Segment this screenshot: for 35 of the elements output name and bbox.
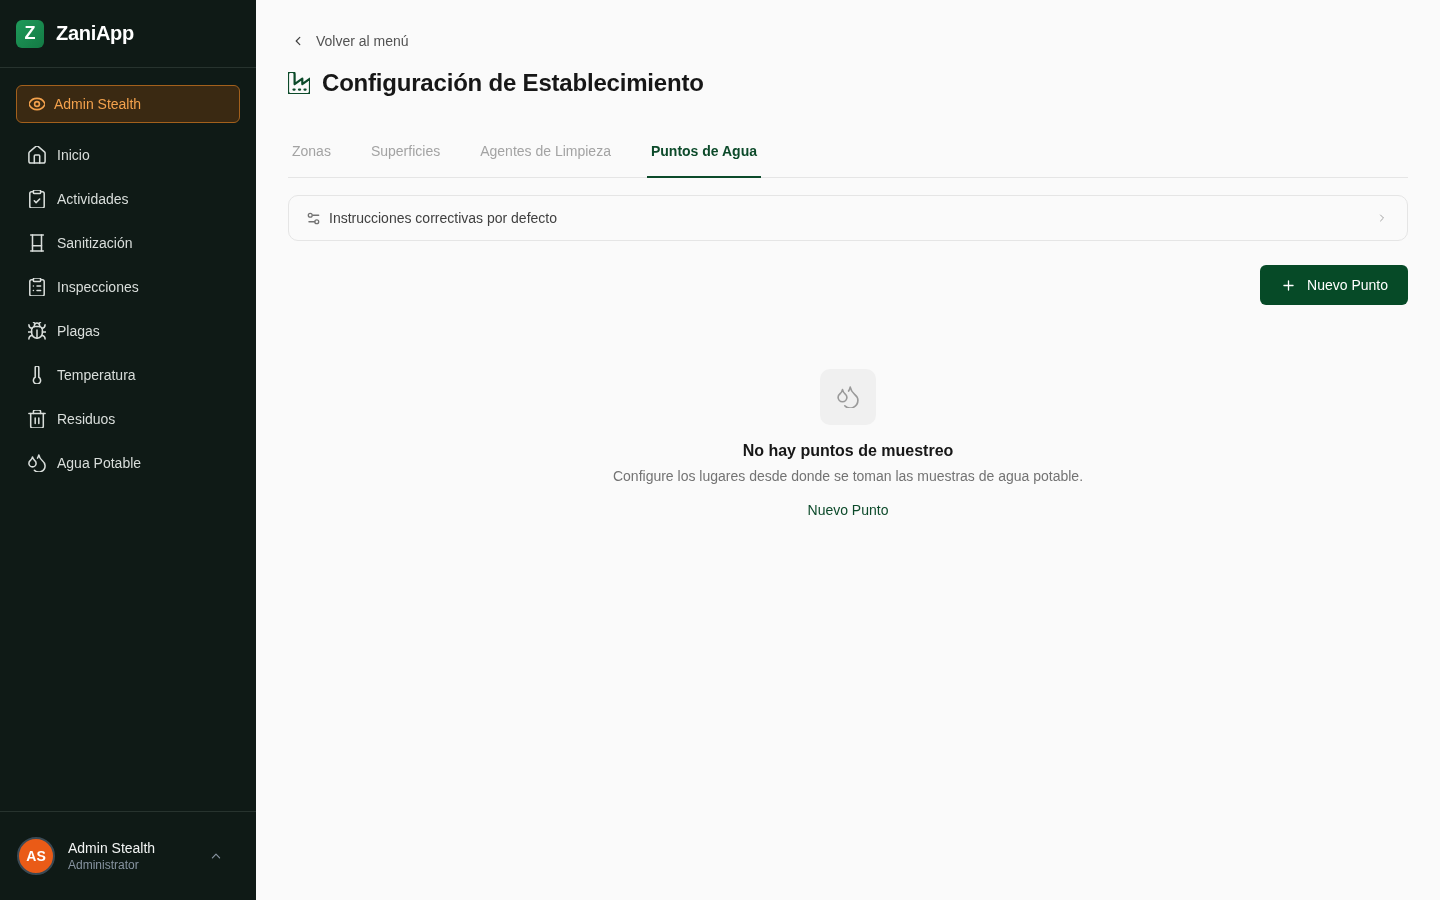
- empty-state-title: No hay puntos de muestreo: [742, 442, 954, 460]
- sidebar-item[interactable]: Sanitización: [16, 221, 240, 265]
- stealth-mode-badge[interactable]: Admin Stealth: [16, 85, 240, 123]
- factory-icon: [288, 72, 310, 94]
- user-role: Administrator: [68, 858, 140, 872]
- plus-icon: [1282, 278, 1296, 292]
- pillar-icon: [28, 234, 46, 252]
- trash-icon: [28, 410, 46, 428]
- sidebar-item[interactable]: Inspecciones: [16, 265, 240, 309]
- sidebar-item[interactable]: Inicio: [16, 133, 240, 177]
- home-icon: [28, 146, 46, 164]
- chevron-right-icon: [1377, 213, 1387, 223]
- sidebar-item[interactable]: Agua Potable: [16, 441, 240, 485]
- eye-icon: [29, 96, 45, 112]
- page-title: Configuración de Establecimiento: [322, 69, 704, 97]
- user-avatar[interactable]: AS: [17, 837, 55, 875]
- user-name: Admin Stealth: [68, 840, 157, 856]
- new-point-button[interactable]: Nuevo Punto: [1260, 265, 1408, 305]
- sidebar-item[interactable]: Residuos: [16, 397, 240, 441]
- tab[interactable]: Puntos de Agua: [646, 135, 761, 178]
- app-logo: Z: [16, 19, 44, 48]
- instructions-row[interactable]: Instrucciones correctivas por defecto: [288, 195, 1408, 241]
- sidebar-item[interactable]: Plagas: [16, 309, 240, 353]
- app-name: ZaniApp: [56, 22, 134, 45]
- bug-icon: [28, 322, 46, 340]
- sliders-icon: [307, 211, 320, 225]
- empty-state-description: Configure los lugares desde donde se toman las muestras de agua potable.: [612, 468, 1084, 484]
- new-point-link[interactable]: Nuevo Punto: [807, 502, 889, 518]
- droplets-icon: [837, 386, 859, 408]
- clipboard-check-icon: [28, 190, 46, 208]
- back-link[interactable]: Volver al menú: [288, 33, 409, 49]
- droplets-icon: [28, 454, 46, 472]
- sidebar-item[interactable]: Actividades: [16, 177, 240, 221]
- clipboard-list-icon: [28, 278, 46, 296]
- sidebar-item[interactable]: Temperatura: [16, 353, 240, 397]
